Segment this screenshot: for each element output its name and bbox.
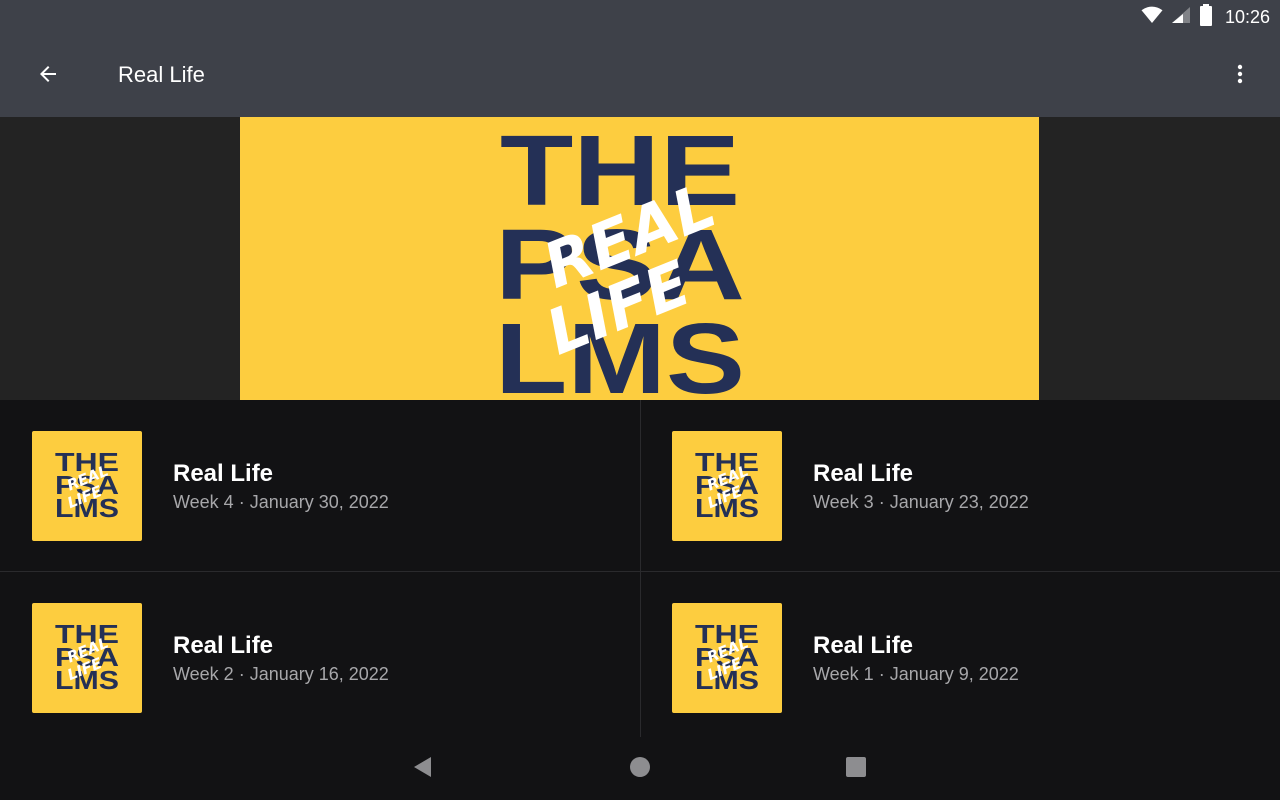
episode-thumbnail: THE PSA LMS REAL LIFE <box>32 431 142 541</box>
episode-item[interactable]: THE PSA LMS REAL LIFE Real Life Week 3 ·… <box>640 400 1280 571</box>
more-options-button[interactable] <box>1216 54 1264 98</box>
episode-item[interactable]: THE PSA LMS REAL LIFE Real Life Week 1 ·… <box>640 572 1280 743</box>
wifi-icon <box>1141 6 1163 29</box>
episode-subtitle: Week 2 · January 16, 2022 <box>173 664 389 684</box>
nav-back-icon <box>411 755 433 784</box>
episode-title: Real Life <box>173 460 274 487</box>
battery-icon <box>1199 3 1213 31</box>
nav-home-icon <box>629 756 651 783</box>
hero-banner: THE PSA LMS REAL LIFE <box>0 117 1280 400</box>
nav-recents-button[interactable] <box>838 751 874 787</box>
episode-item[interactable]: THE PSA LMS REAL LIFE Real Life Week 4 ·… <box>0 400 640 571</box>
app-bar: Real Life <box>0 34 1280 117</box>
arrow-back-icon <box>36 62 60 91</box>
page-title: Real Life <box>118 62 205 87</box>
episode-subtitle: Week 4 · January 30, 2022 <box>173 492 389 512</box>
episode-thumbnail: THE PSA LMS REAL LIFE <box>672 603 782 713</box>
status-bar: 10:26 <box>0 0 1280 34</box>
episode-title: Real Life <box>813 632 914 659</box>
episode-thumbnail: THE PSA LMS REAL LIFE <box>32 603 142 713</box>
status-icons: 10:26 <box>1141 0 1270 34</box>
cellular-signal-icon <box>1171 6 1191 29</box>
episode-title: Real Life <box>173 632 274 659</box>
episode-list: THE PSA LMS REAL LIFE Real Life Week 4 ·… <box>0 400 1280 737</box>
status-time: 10:26 <box>1224 6 1270 27</box>
more-vert-icon <box>1228 62 1252 91</box>
nav-recents-icon <box>845 756 867 783</box>
episode-subtitle: Week 1 · January 9, 2022 <box>813 664 1019 684</box>
back-button[interactable] <box>24 54 72 98</box>
nav-home-button[interactable] <box>622 751 658 787</box>
episode-thumbnail: THE PSA LMS REAL LIFE <box>672 431 782 541</box>
nav-back-button[interactable] <box>404 751 440 787</box>
episode-subtitle: Week 3 · January 23, 2022 <box>813 492 1029 512</box>
episode-title: Real Life <box>813 460 914 487</box>
series-artwork: THE PSA LMS REAL LIFE <box>240 117 1039 400</box>
episode-item[interactable]: THE PSA LMS REAL LIFE Real Life Week 2 ·… <box>0 572 640 743</box>
system-nav-bar <box>0 737 1280 800</box>
